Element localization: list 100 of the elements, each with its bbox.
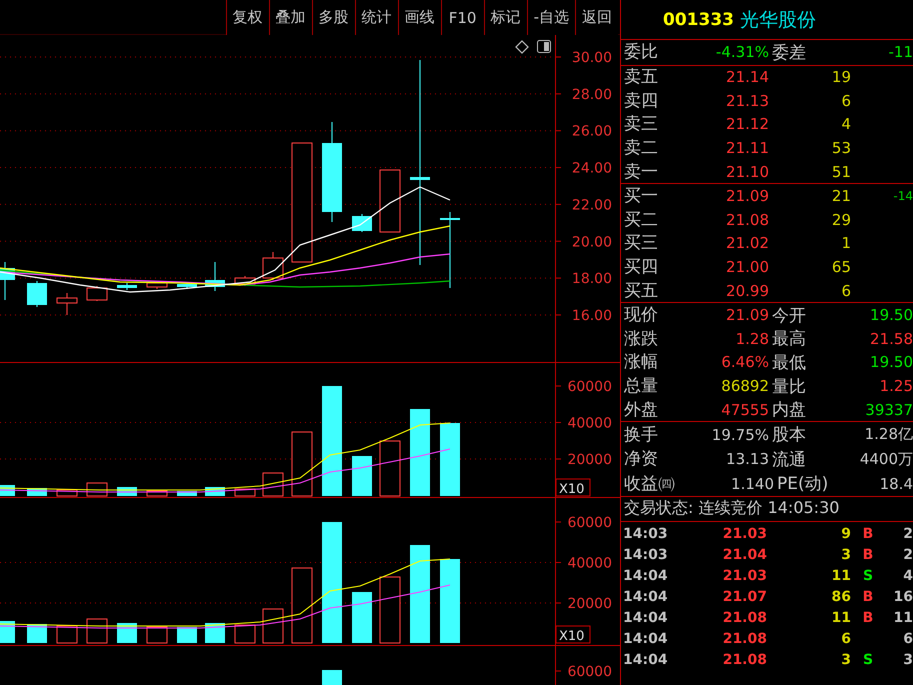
panel-toggle-icon[interactable] (537, 40, 551, 53)
order-price: 21.00 (725, 258, 769, 276)
order-volume: 29 (830, 210, 851, 229)
field-value: -4.31% (714, 43, 769, 62)
price-axis-label: 22.00 (572, 197, 612, 214)
field-value: 19.50 (869, 353, 913, 372)
order-price: 21.14 (725, 68, 769, 86)
field-value: 19.50 (869, 306, 913, 324)
field-label: 流通 (772, 448, 807, 471)
trade-count: 4 (902, 568, 913, 584)
order-volume: 6 (840, 92, 851, 110)
field-value: 18.4 (878, 474, 913, 493)
volume-bar (234, 624, 256, 644)
field-value: 21.58 (869, 330, 913, 348)
volume-axis-label: 20000 (567, 452, 612, 468)
order-level-label: 买五 (623, 280, 659, 302)
order-volume: 6 (840, 282, 851, 300)
field-label: 换手 (623, 424, 659, 446)
volume-bar (352, 456, 372, 496)
diamond-icon[interactable] (515, 40, 529, 54)
candlestick (86, 286, 108, 302)
volume-axis-label: 20000 (567, 596, 612, 612)
trade-time: 14:04 (622, 589, 669, 605)
volume-bar (205, 623, 225, 643)
order-level-label: 卖五 (623, 66, 659, 88)
trade-time: 14:04 (622, 631, 669, 647)
toolbar-button[interactable]: 复权 (226, 0, 269, 35)
trade-price: 21.03 (722, 568, 767, 584)
volume-bar (86, 618, 108, 644)
field-label: 收益㈣ (623, 472, 675, 495)
price-axis-label: 16.00 (572, 308, 612, 324)
trade-price: 21.07 (722, 589, 767, 605)
volume-bar (322, 670, 342, 685)
field-label: 委差 (772, 42, 807, 64)
field-label: 量比 (772, 376, 807, 398)
field-value: 4400万 (858, 450, 913, 469)
order-volume: 51 (830, 162, 851, 181)
candlestick (234, 276, 256, 286)
volume-bar (262, 472, 284, 496)
order-price: 21.10 (725, 162, 769, 181)
volume-bar (262, 608, 284, 644)
field-value: 47555 (720, 400, 769, 419)
order-volume: 1 (840, 234, 851, 252)
price-axis-label: 26.00 (572, 124, 612, 140)
toolbar-button[interactable]: 返回 (575, 0, 618, 35)
field-value: 1.28亿 (864, 425, 913, 444)
trade-count: 2 (902, 526, 913, 542)
toolbar-button[interactable]: -自选 (526, 0, 575, 35)
trade-side: S (862, 652, 874, 668)
order-level-label: 买四 (623, 256, 659, 278)
field-label: 最高 (772, 328, 807, 350)
toolbar-button[interactable]: 统计 (354, 0, 398, 35)
stock-name: 光华股份 (740, 8, 816, 32)
toolbar-button[interactable]: 画线 (398, 0, 441, 35)
field-value: 1.140 (730, 474, 774, 493)
toolbar-button[interactable]: F10 (440, 0, 484, 35)
trade-count: 2 (902, 547, 913, 563)
field-label: PE(动) (777, 473, 830, 496)
volume-bar (177, 627, 197, 643)
trade-count: 3 (902, 652, 913, 668)
field-label: 现价 (623, 304, 659, 326)
candlestick (146, 280, 168, 290)
trade-volume: 6 (840, 631, 851, 647)
order-volume: 4 (840, 115, 851, 134)
trade-count: 16 (892, 589, 913, 605)
volume-axis-label: 60000 (567, 515, 612, 531)
candlestick (117, 282, 137, 290)
trade-volume: 3 (840, 547, 851, 563)
field-label: 内盘 (772, 399, 807, 422)
candlestick (380, 170, 400, 232)
field-label: 总量 (623, 374, 659, 398)
trade-side: B (862, 610, 874, 626)
field-label: 委比 (623, 41, 659, 64)
trade-price: 21.03 (722, 526, 767, 542)
trade-time: 14:04 (622, 568, 669, 584)
trade-time: 14:04 (622, 610, 669, 626)
order-price: 21.12 (725, 115, 769, 134)
price-axis-label: 30.00 (572, 50, 612, 66)
order-level-label: 买一 (623, 185, 659, 208)
order-volume: 19 (830, 68, 851, 86)
trade-volume: 11 (830, 610, 851, 626)
toolbar-button[interactable]: 标记 (484, 0, 527, 35)
trading-status: 交易状态: 连续竞价 14:05:30 (623, 498, 840, 520)
price-axis-label: 18.00 (572, 271, 612, 288)
field-value: 1.28 (734, 330, 769, 348)
toolbar-button[interactable]: 多股 (312, 0, 355, 35)
order-price: 21.09 (725, 187, 769, 206)
volume-bar (0, 621, 15, 643)
order-price: 20.99 (725, 282, 769, 300)
trade-price: 21.08 (722, 610, 767, 626)
order-volume: 21 (830, 187, 851, 206)
trade-volume: 3 (840, 652, 851, 668)
trade-count: 11 (892, 610, 913, 626)
volume-axis-label: 40000 (567, 556, 612, 572)
trade-side: B (862, 589, 874, 605)
trade-volume: 86 (830, 589, 851, 605)
field-label: 净资 (623, 448, 659, 470)
toolbar-button[interactable]: 叠加 (268, 0, 312, 35)
candlestick (27, 280, 47, 308)
volume-bar (177, 491, 197, 496)
